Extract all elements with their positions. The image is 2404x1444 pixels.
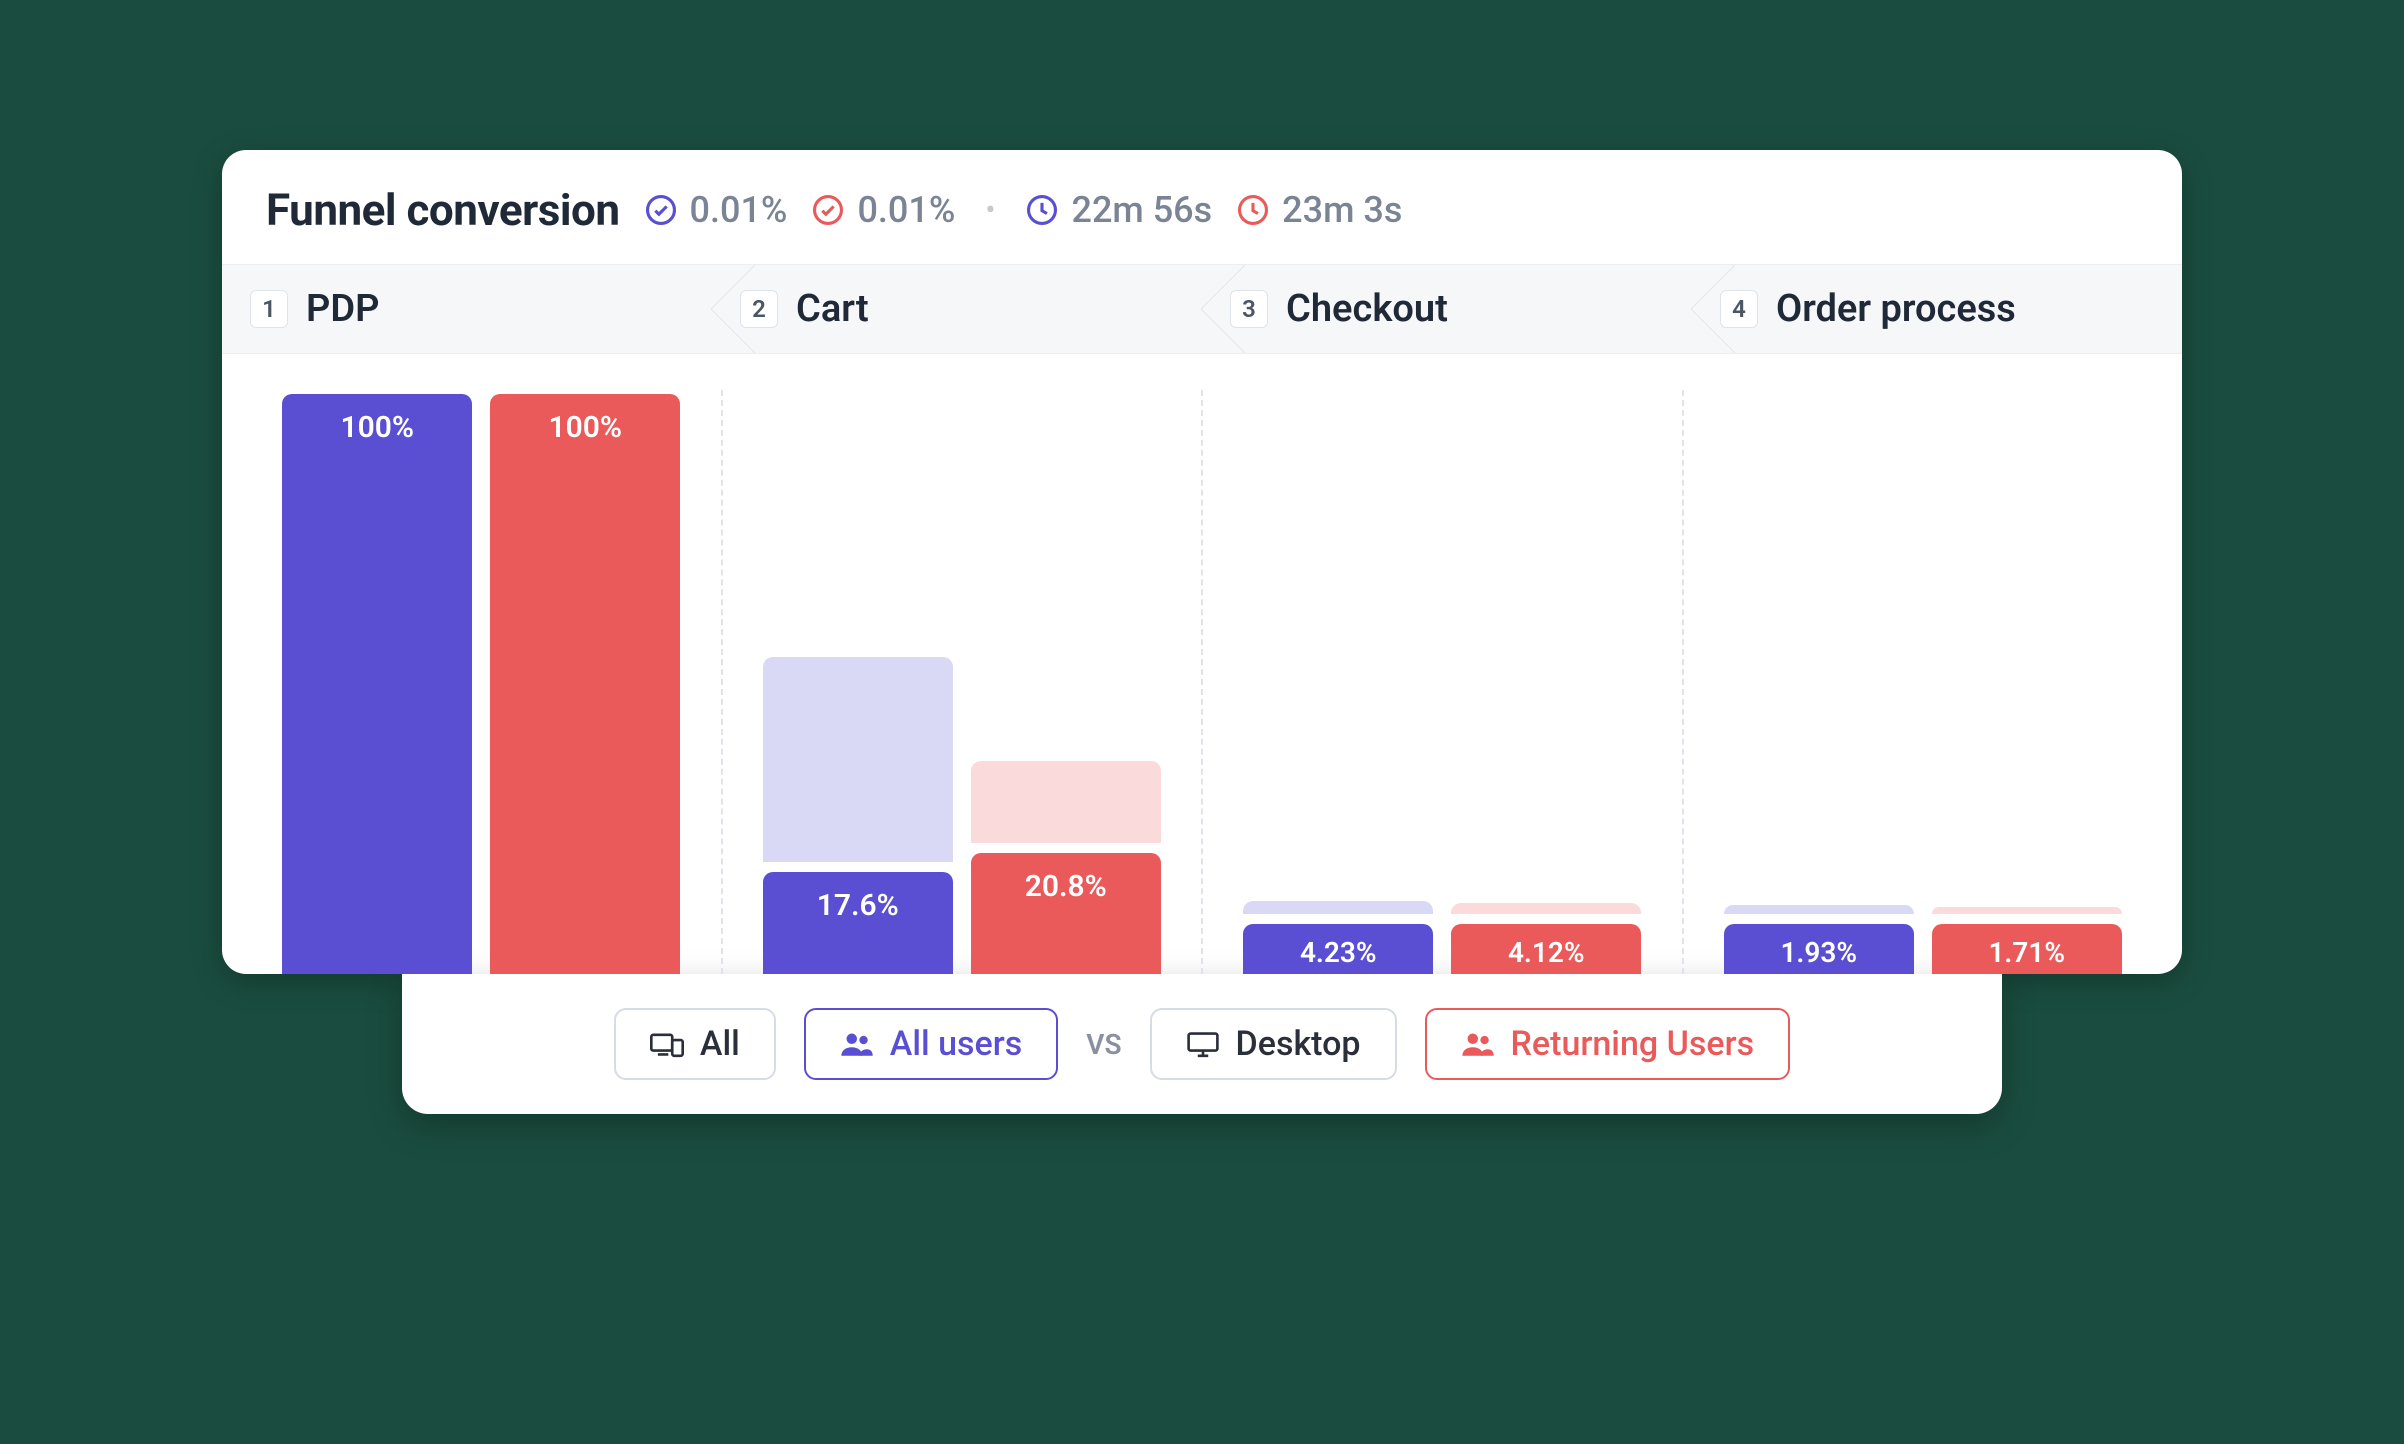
bar-solid: 4.23% — [1243, 924, 1433, 974]
bar-solid: 17.6% — [763, 872, 953, 974]
segment-filter-b-label: Returning Users — [1511, 1024, 1755, 1064]
step-number-badge: 4 — [1720, 290, 1758, 328]
bar-value-label: 100% — [340, 410, 414, 445]
bar-value-label: 4.12% — [1508, 936, 1585, 969]
metric-time-b-value: 23m 3s — [1282, 189, 1402, 231]
bar-solid: 1.71% — [1932, 924, 2122, 974]
bar-solid: 20.8% — [971, 853, 1161, 974]
bar-ghost — [1724, 905, 1914, 914]
devices-icon — [650, 1029, 684, 1059]
step-label: Order process — [1776, 287, 2016, 331]
step-label: Cart — [796, 287, 869, 331]
bar-solid: 100% — [490, 394, 680, 974]
metric-time-a: 22m 56s — [1025, 189, 1212, 231]
metric-time-a-value: 22m 56s — [1071, 189, 1212, 231]
step-number-badge: 2 — [740, 290, 778, 328]
funnel-step[interactable]: 1 PDP — [222, 265, 712, 353]
separator-dot: • — [979, 193, 1001, 228]
card-title: Funnel conversion — [266, 184, 620, 236]
bar-value-label: 100% — [548, 410, 622, 445]
bar[interactable]: 4.23% — [1243, 390, 1433, 974]
metric-conversion-b-value: 0.01% — [857, 189, 955, 231]
funnel-step[interactable]: 3 Checkout — [1202, 265, 1692, 353]
bar-value-label: 1.93% — [1780, 936, 1857, 969]
clock-icon — [1236, 193, 1270, 227]
step-label: PDP — [306, 287, 380, 331]
funnel-step[interactable]: 2 Cart — [712, 265, 1202, 353]
funnel-step[interactable]: 4 Order process — [1692, 265, 2182, 353]
bar[interactable]: 20.8% — [971, 390, 1161, 974]
segment-filter-b[interactable]: Returning Users — [1425, 1008, 1791, 1080]
step-label: Checkout — [1286, 287, 1448, 331]
bar-ghost — [1932, 907, 2122, 914]
step-number-badge: 1 — [250, 290, 288, 328]
bar-value-label: 1.71% — [1988, 936, 2065, 969]
bar[interactable]: 100% — [282, 390, 472, 974]
bar-ghost — [1243, 901, 1433, 914]
bar[interactable]: 4.12% — [1451, 390, 1641, 974]
chart-cell: 17.6% 20.8% — [721, 390, 1202, 974]
bar[interactable]: 17.6% — [763, 390, 953, 974]
check-circle-icon — [644, 193, 678, 227]
bar-solid: 100% — [282, 394, 472, 974]
chart-cell: 100% 100% — [242, 390, 721, 974]
metric-time-b: 23m 3s — [1236, 189, 1402, 231]
bar-solid: 1.93% — [1724, 924, 1914, 974]
bar-value-label: 20.8% — [1025, 869, 1107, 904]
comparison-filter-bar: All All users VS Desktop Returning Users — [402, 974, 2002, 1114]
device-filter-a[interactable]: All — [614, 1008, 776, 1080]
bar-value-label: 17.6% — [817, 888, 899, 923]
bar-ghost — [971, 761, 1161, 843]
bar[interactable]: 1.71% — [1932, 390, 2122, 974]
funnel-card: Funnel conversion 0.01% 0.01% • 22m 56s — [222, 150, 2182, 974]
vs-label: VS — [1086, 1028, 1121, 1061]
bar-ghost — [763, 657, 953, 862]
device-filter-a-label: All — [700, 1024, 740, 1064]
metric-conversion-a-value: 0.01% — [690, 189, 788, 231]
metric-conversion-b: 0.01% — [811, 189, 955, 231]
card-header: Funnel conversion 0.01% 0.01% • 22m 56s — [222, 150, 2182, 264]
check-circle-icon — [811, 193, 845, 227]
metric-conversion-a: 0.01% — [644, 189, 788, 231]
bar-solid: 4.12% — [1451, 924, 1641, 974]
users-icon — [840, 1029, 874, 1059]
users-icon — [1461, 1029, 1495, 1059]
chart-cell: 4.23% 4.12% — [1201, 390, 1682, 974]
funnel-steps-header: 1 PDP 2 Cart 3 Checkout 4 Order process — [222, 264, 2182, 354]
bar[interactable]: 100% — [490, 390, 680, 974]
clock-icon — [1025, 193, 1059, 227]
bar[interactable]: 1.93% — [1724, 390, 1914, 974]
desktop-icon — [1186, 1029, 1220, 1059]
bar-ghost — [1451, 903, 1641, 914]
device-filter-b-label: Desktop — [1236, 1024, 1361, 1064]
device-filter-b[interactable]: Desktop — [1150, 1008, 1397, 1080]
funnel-bar-chart: 100% 100% 17.6% 20.8% 4.23% 4.12% 1.93% 1.71% — [222, 354, 2182, 974]
chart-cell: 1.93% 1.71% — [1682, 390, 2163, 974]
segment-filter-a[interactable]: All users — [804, 1008, 1058, 1080]
bar-value-label: 4.23% — [1300, 936, 1377, 969]
step-number-badge: 3 — [1230, 290, 1268, 328]
segment-filter-a-label: All users — [890, 1024, 1022, 1064]
